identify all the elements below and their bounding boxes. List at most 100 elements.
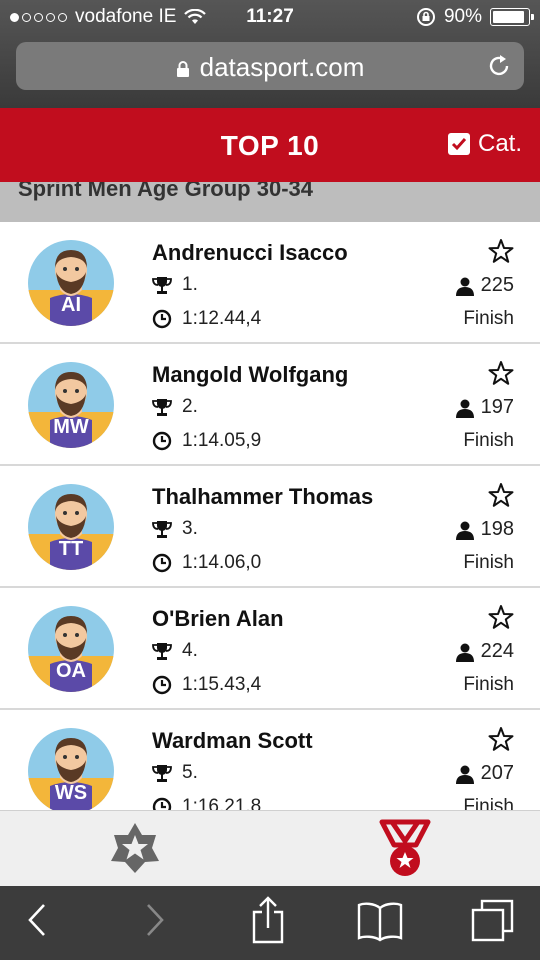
time-value: 1:14.05,9	[182, 430, 262, 451]
result-row[interactable]: WS Wardman Scott 5. 1:16.21,8 207 Finish	[0, 710, 540, 810]
clock-icon	[152, 309, 172, 329]
category-label: Cat.	[477, 130, 522, 157]
bib-number: 197	[480, 396, 514, 418]
star-badge-icon[interactable]	[108, 821, 162, 875]
bib-number: 225	[480, 274, 514, 296]
bib-number: 207	[480, 762, 514, 784]
reload-icon[interactable]	[486, 53, 512, 79]
result-row[interactable]: MW Mangold Wolfgang 2. 1:14.05,9 197 Fin…	[0, 344, 540, 466]
avatar-initials: OA	[56, 660, 86, 682]
person-icon	[455, 765, 474, 784]
status-label: Finish	[463, 430, 514, 451]
avatar: WS	[28, 728, 114, 810]
status-label: Finish	[463, 552, 514, 573]
bib: 225	[455, 274, 514, 297]
rank-value: 5.	[182, 762, 198, 783]
lock-icon	[176, 61, 189, 78]
person-icon	[455, 521, 474, 540]
rank-value: 1.	[182, 274, 198, 295]
finish-time: 1:14.05,9	[152, 430, 261, 452]
rank: 1.	[152, 274, 198, 296]
rank: 4.	[152, 640, 198, 662]
person-icon	[455, 643, 474, 662]
group-title: Sprint Men Age Group 30-34	[18, 182, 314, 201]
results-list[interactable]: AI Andrenucci Isacco 1. 1:12.44,4 225 Fi…	[0, 222, 540, 810]
result-row[interactable]: AI Andrenucci Isacco 1. 1:12.44,4 225 Fi…	[0, 222, 540, 344]
rotation-lock-icon	[416, 8, 435, 26]
athlete-name: Wardman Scott	[152, 728, 313, 753]
trophy-icon	[152, 765, 172, 782]
bib: 224	[455, 640, 514, 663]
medal-icon[interactable]	[378, 819, 432, 879]
group-header: Sprint Men Age Group 30-34	[0, 182, 540, 222]
avatar: OA	[28, 606, 114, 692]
athlete-name: O'Brien Alan	[152, 606, 284, 631]
avatar: AI	[28, 240, 114, 326]
rank-value: 4.	[182, 640, 198, 661]
status-label: Finish	[463, 308, 514, 329]
trophy-icon	[152, 643, 172, 660]
rank-value: 3.	[182, 518, 198, 539]
avatar-initials: TT	[58, 538, 84, 560]
browser-chrome: vodafone IE 11:27 90% datasport.com	[0, 0, 540, 108]
finish-time: 1:16.21,8	[152, 796, 261, 810]
avatar: TT	[28, 484, 114, 570]
checkbox-icon[interactable]	[447, 133, 470, 155]
url-display[interactable]: datasport.com	[16, 52, 524, 83]
category-toggle[interactable]: Cat.	[447, 130, 522, 158]
battery-icon	[490, 8, 534, 26]
athlete-name: Thalhammer Thomas	[152, 484, 374, 509]
time-value: 1:14.06,0	[182, 552, 262, 573]
clock-icon	[152, 553, 172, 573]
bib-number: 198	[480, 518, 514, 540]
finish-time: 1:12.44,4	[152, 308, 261, 330]
finish-time: 1:15.43,4	[152, 674, 261, 696]
result-row[interactable]: OA O'Brien Alan 4. 1:15.43,4 224 Finish	[0, 588, 540, 710]
clock-icon	[152, 797, 172, 810]
star-icon[interactable]	[488, 360, 514, 386]
person-icon	[455, 399, 474, 418]
status-right: 90%	[416, 6, 534, 28]
person-icon	[455, 277, 474, 296]
app-header: TOP 10 Cat.	[0, 108, 540, 182]
avatar-initials: AI	[61, 294, 81, 316]
rank: 2.	[152, 396, 198, 418]
app-tab-bar	[0, 810, 540, 886]
status-label: Finish	[463, 796, 514, 810]
avatar-initials: WS	[54, 782, 88, 804]
status-label: Finish	[463, 674, 514, 695]
star-icon[interactable]	[488, 482, 514, 508]
back-icon[interactable]	[26, 902, 48, 938]
athlete-name: Mangold Wolfgang	[152, 362, 349, 387]
star-icon[interactable]	[488, 604, 514, 630]
bib: 198	[455, 518, 514, 541]
avatar: MW	[28, 362, 114, 448]
result-row[interactable]: TT Thalhammer Thomas 3. 1:14.06,0 198 Fi…	[0, 466, 540, 588]
trophy-icon	[152, 277, 172, 294]
rank: 5.	[152, 762, 198, 784]
url-text: datasport.com	[199, 52, 365, 82]
share-icon[interactable]	[250, 896, 286, 944]
clock-icon	[152, 431, 172, 451]
star-icon[interactable]	[488, 238, 514, 264]
bib: 207	[455, 762, 514, 785]
clock-icon	[152, 675, 172, 695]
address-bar[interactable]: datasport.com	[16, 42, 524, 90]
status-bar: vodafone IE 11:27 90%	[0, 0, 540, 36]
rank: 3.	[152, 518, 198, 540]
time-value: 1:12.44,4	[182, 308, 262, 329]
time-value: 1:16.21,8	[182, 796, 262, 810]
bib: 197	[455, 396, 514, 419]
safari-toolbar	[0, 886, 540, 960]
bookmarks-icon[interactable]	[356, 900, 404, 942]
tabs-icon[interactable]	[470, 898, 516, 944]
star-icon[interactable]	[488, 726, 514, 752]
battery-percent: 90%	[443, 6, 482, 27]
rank-value: 2.	[182, 396, 198, 417]
forward-icon[interactable]	[144, 902, 166, 938]
bib-number: 224	[480, 640, 514, 662]
trophy-icon	[152, 521, 172, 538]
avatar-initials: MW	[53, 416, 89, 438]
time-value: 1:15.43,4	[182, 674, 262, 695]
trophy-icon	[152, 399, 172, 416]
